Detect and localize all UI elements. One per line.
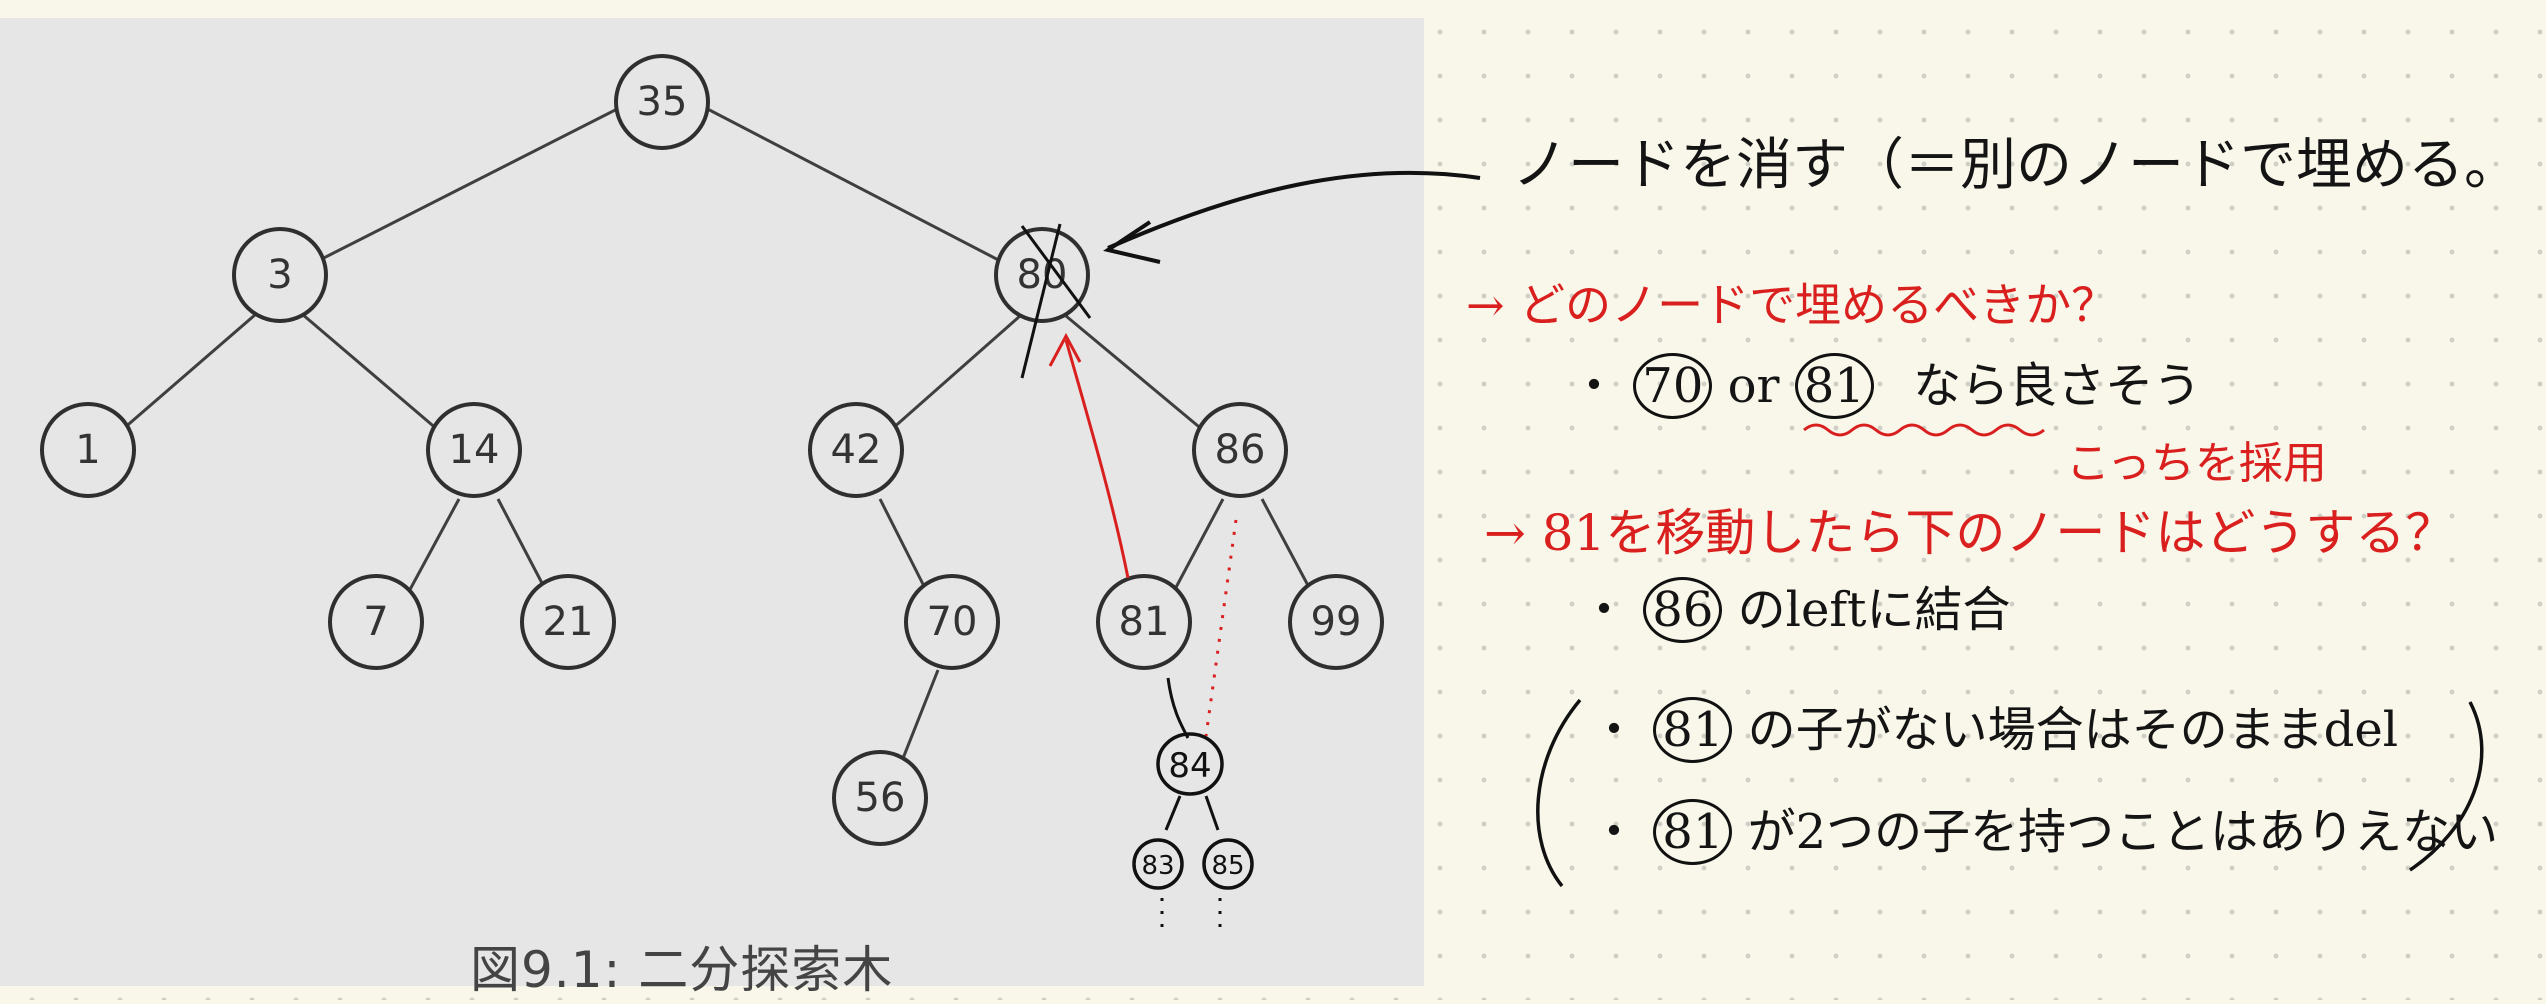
node-35: 35 (614, 54, 710, 150)
node-99: 99 (1288, 574, 1384, 670)
svg-text:14: 14 (449, 427, 500, 473)
note-join-left: ・ 86 のleftに結合 (1580, 577, 2010, 643)
node-81: 81 (1096, 574, 1192, 670)
hand-edge-81-84 (1166, 677, 1190, 739)
note-adopt-this: こっちを採用 (2066, 438, 2327, 489)
note-move-81: → 81を移動したら下のノードはどうする？ (1484, 504, 2456, 562)
note-delete-node: ノードを消す（＝別のノードで埋める。 (1512, 138, 2520, 194)
red-arrow-81-to-80 (1064, 339, 1130, 579)
edge-35-3 (303, 101, 630, 270)
node-14: 14 (426, 402, 522, 498)
node-3: 3 (232, 227, 328, 323)
edge-3-14 (301, 312, 446, 438)
svg-text:3: 3 (267, 252, 292, 298)
circled-70: 70 (1633, 353, 1713, 419)
hand-edge-84-83 (1164, 795, 1182, 831)
svg-text:56: 56 (855, 775, 906, 821)
hand-edge-84-85 (1204, 795, 1220, 831)
node-86: 86 (1192, 402, 1288, 498)
svg-text:1: 1 (75, 427, 100, 473)
edge-35-80 (695, 101, 1011, 268)
circled-81-b: 81 (1653, 697, 1733, 763)
svg-text:81: 81 (1119, 599, 1170, 645)
node-42: 42 (808, 402, 904, 498)
circled-81-c: 81 (1653, 799, 1733, 865)
node-21: 21 (520, 574, 616, 670)
note-two-children: ・ 81 が2つの子を持つことはありえない (1590, 799, 2498, 865)
node-56: 56 (832, 750, 928, 846)
svg-text:70: 70 (927, 599, 978, 645)
svg-text:7: 7 (363, 599, 388, 645)
circled-81: 81 (1794, 353, 1874, 419)
figure-caption: 図9.1: 二分探索木 (470, 941, 894, 999)
svg-text:85: 85 (1211, 851, 1244, 881)
circled-86: 86 (1643, 577, 1723, 643)
edge-3-1 (114, 312, 257, 438)
node-1: 1 (40, 402, 136, 498)
svg-text:84: 84 (1168, 746, 1211, 786)
svg-text:42: 42 (831, 427, 882, 473)
tree-diagram: 35 3 80 1 14 42 86 7 21 70 81 99 56 84 8… (40, 54, 1384, 930)
svg-text:21: 21 (543, 599, 594, 645)
note-candidates: ・ 70 or 81 なら良さそう (1570, 353, 2201, 419)
svg-text:86: 86 (1215, 427, 1266, 473)
red-arrowhead (1048, 332, 1082, 367)
note-line1: ノードを消す（＝別のノードで埋める。 (1512, 133, 2520, 198)
note-no-children: ・ 81 の子がない場合はそのままdel (1590, 697, 2398, 763)
hand-node-84: 84 (1156, 732, 1224, 796)
binary-search-tree-figure: 35 3 80 1 14 42 86 7 21 70 81 99 56 84 8… (0, 18, 1424, 999)
node-80: 80 (994, 227, 1090, 323)
hand-node-83: 83 (1132, 838, 1184, 890)
node-7: 7 (328, 574, 424, 670)
svg-text:35: 35 (637, 79, 688, 125)
node-70: 70 (904, 574, 1000, 670)
red-dotted-edge-86-84 (1204, 519, 1238, 737)
hand-node-85: 85 (1202, 838, 1254, 890)
svg-text:99: 99 (1311, 599, 1362, 645)
edge-80-42 (883, 314, 1021, 438)
svg-text:83: 83 (1141, 851, 1174, 881)
note-which-node: → どのノードで埋めるべきか？ (1466, 278, 2118, 332)
